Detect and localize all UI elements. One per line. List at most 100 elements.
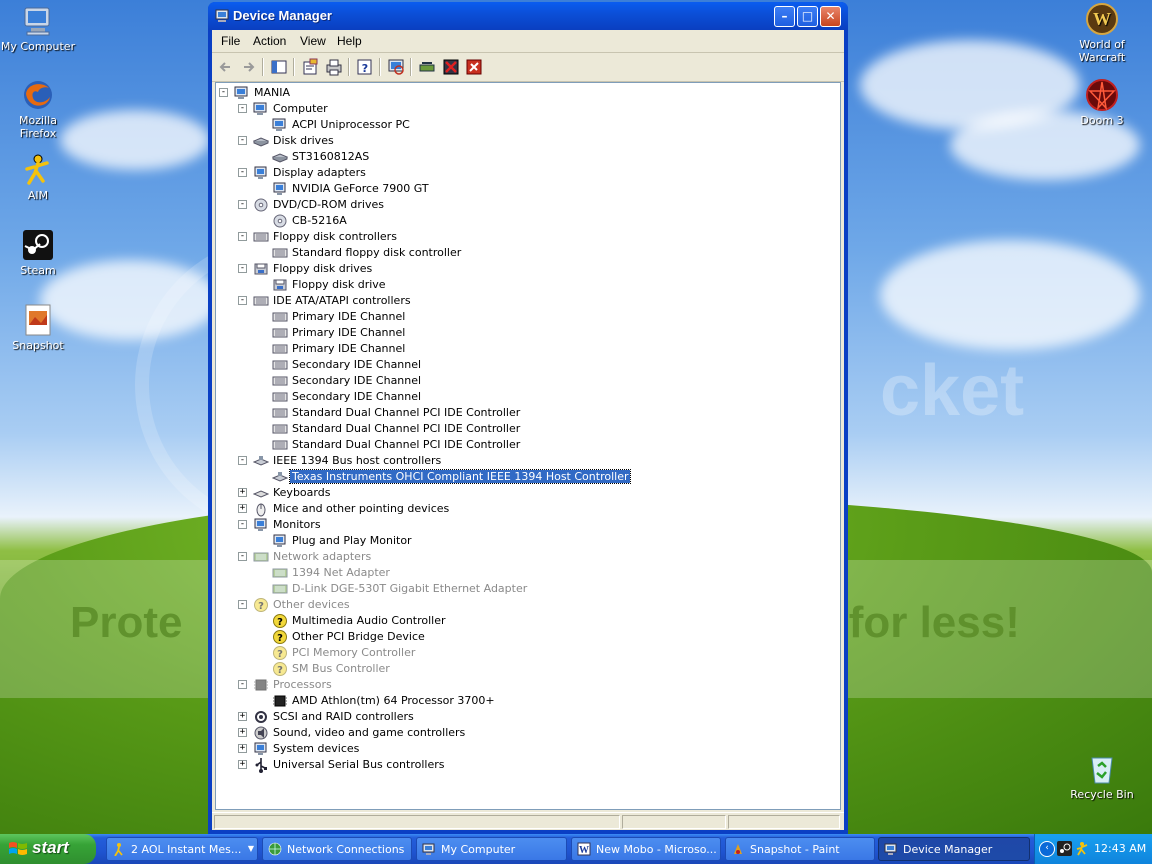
expand-icon[interactable]: + — [238, 504, 247, 513]
tree-node[interactable]: + Keyboards — [216, 485, 836, 501]
minimize-button[interactable]: – — [774, 6, 795, 27]
tree-node[interactable]: - Floppy disk drives — [216, 261, 836, 277]
tree-node[interactable]: Standard Dual Channel PCI IDE Controller — [216, 421, 836, 437]
tree-node[interactable]: + Universal Serial Bus controllers — [216, 757, 836, 773]
desktop-icon-doom-3[interactable]: Doom 3 — [1064, 78, 1140, 127]
desktop-icon-aim[interactable]: AIM — [0, 153, 76, 202]
expand-icon[interactable]: + — [238, 712, 247, 721]
tree-node[interactable]: - DVD/CD-ROM drives — [216, 197, 836, 213]
tree-node[interactable]: Secondary IDE Channel — [216, 357, 836, 373]
collapse-icon[interactable]: - — [238, 456, 247, 465]
tree-node[interactable]: Primary IDE Channel — [216, 309, 836, 325]
tree-node[interactable]: - Monitors — [216, 517, 836, 533]
tree-node[interactable]: 1394 Net Adapter — [216, 565, 836, 581]
device-tree[interactable]: - MANIA - Computer ACPI Uniprocessor PC - Disk… — [215, 82, 841, 810]
tree-node[interactable]: - MANIA — [216, 85, 836, 101]
taskbar-button[interactable]: Network Connections — [262, 837, 412, 861]
tree-node[interactable]: ? Multimedia Audio Controller — [216, 613, 836, 629]
start-button[interactable]: start — [0, 834, 96, 864]
back-button[interactable] — [216, 57, 236, 77]
expand-icon[interactable]: + — [238, 728, 247, 737]
collapse-icon[interactable]: - — [238, 104, 247, 113]
update-driver-button[interactable] — [417, 57, 437, 77]
steam-tray-icon[interactable] — [1057, 841, 1072, 856]
desktop-icon-steam[interactable]: Steam — [0, 228, 76, 277]
taskbar-button[interactable]: W New Mobo - Microso... — [571, 837, 721, 861]
desktop-icon-recycle-bin[interactable]: Recycle Bin — [1064, 752, 1140, 801]
expand-icon[interactable]: + — [238, 760, 247, 769]
tree-node[interactable]: Plug and Play Monitor — [216, 533, 836, 549]
tree-node[interactable]: - Computer — [216, 101, 836, 117]
tree-node[interactable]: - Network adapters — [216, 549, 836, 565]
tree-node[interactable]: Standard Dual Channel PCI IDE Controller — [216, 405, 836, 421]
tree-node[interactable]: + Sound, video and game controllers — [216, 725, 836, 741]
collapse-icon[interactable]: - — [238, 264, 247, 273]
help-button[interactable]: ? — [355, 57, 375, 77]
collapse-icon[interactable]: - — [238, 136, 247, 145]
tree-node[interactable]: Primary IDE Channel — [216, 341, 836, 357]
tree-node[interactable]: - IEEE 1394 Bus host controllers — [216, 453, 836, 469]
tree-node[interactable]: NVIDIA GeForce 7900 GT — [216, 181, 836, 197]
tree-node[interactable]: AMD Athlon(tm) 64 Processor 3700+ — [216, 693, 836, 709]
tree-node[interactable]: -? Other devices — [216, 597, 836, 613]
collapse-icon[interactable]: - — [238, 520, 247, 529]
disable-device-button[interactable] — [441, 57, 461, 77]
tree-node[interactable]: - Disk drives — [216, 133, 836, 149]
tree-node[interactable]: ACPI Uniprocessor PC — [216, 117, 836, 133]
menu-action[interactable]: Action — [253, 34, 286, 48]
menu-view[interactable]: View — [300, 34, 326, 48]
collapse-icon[interactable]: - — [238, 296, 247, 305]
tree-node[interactable]: Standard floppy disk controller — [216, 245, 836, 261]
tray-expand-icon[interactable]: ‹ — [1039, 841, 1055, 857]
tree-node[interactable]: + Mice and other pointing devices — [216, 501, 836, 517]
tree-node[interactable]: Floppy disk drive — [216, 277, 836, 293]
tree-node[interactable]: + SCSI and RAID controllers — [216, 709, 836, 725]
collapse-icon[interactable]: - — [238, 680, 247, 689]
tree-node[interactable]: D-Link DGE-530T Gigabit Ethernet Adapter — [216, 581, 836, 597]
tree-node[interactable]: ST3160812AS — [216, 149, 836, 165]
desktop-icon-snapshot[interactable]: Snapshot — [0, 303, 76, 352]
collapse-icon[interactable]: - — [238, 600, 247, 609]
aim-tray-icon[interactable] — [1075, 841, 1090, 856]
menu-help[interactable]: Help — [337, 34, 362, 48]
collapse-icon[interactable]: - — [238, 232, 247, 241]
tree-node[interactable]: Secondary IDE Channel — [216, 389, 836, 405]
expand-icon[interactable]: + — [238, 488, 247, 497]
close-button[interactable]: ✕ — [820, 6, 841, 27]
collapse-icon[interactable]: - — [238, 200, 247, 209]
tree-node[interactable]: Texas Instruments OHCI Compliant IEEE 13… — [216, 469, 836, 485]
collapse-icon[interactable]: - — [219, 88, 228, 97]
scan-hardware-button[interactable] — [386, 57, 406, 77]
show-hide-console-tree-button[interactable] — [269, 57, 289, 77]
desktop-icon-firefox[interactable]: Mozilla Firefox — [0, 78, 76, 140]
tree-node[interactable]: ? SM Bus Controller — [216, 661, 836, 677]
tree-node[interactable]: CB-5216A — [216, 213, 836, 229]
forward-button[interactable] — [238, 57, 258, 77]
properties-button[interactable] — [300, 57, 320, 77]
taskbar-button[interactable]: My Computer — [416, 837, 567, 861]
desktop-icon-world-of-warcraft[interactable]: W World of Warcraft — [1064, 2, 1140, 64]
collapse-icon[interactable]: - — [238, 552, 247, 561]
tree-node[interactable]: Primary IDE Channel — [216, 325, 836, 341]
title-bar[interactable]: Device Manager – □ ✕ — [208, 2, 848, 30]
tree-node[interactable]: - Processors — [216, 677, 836, 693]
maximize-button[interactable]: □ — [797, 6, 818, 27]
collapse-icon[interactable]: - — [238, 168, 247, 177]
taskbar-button[interactable]: Device Manager — [878, 837, 1030, 861]
tree-node[interactable]: Standard Dual Channel PCI IDE Controller — [216, 437, 836, 453]
tree-node[interactable]: + System devices — [216, 741, 836, 757]
menu-file[interactable]: File — [221, 34, 240, 48]
tree-node[interactable]: ? PCI Memory Controller — [216, 645, 836, 661]
uninstall-device-button[interactable] — [464, 57, 484, 77]
print-button[interactable] — [324, 57, 344, 77]
taskbar-button[interactable]: 2 AOL Instant Mes... ▼ — [106, 837, 258, 861]
tree-node[interactable]: - Floppy disk controllers — [216, 229, 836, 245]
group-arrow-icon[interactable]: ▼ — [248, 844, 254, 853]
device-manager-window[interactable]: Device Manager – □ ✕ File Action View He… — [208, 2, 848, 834]
expand-icon[interactable]: + — [238, 744, 247, 753]
tree-node[interactable]: - IDE ATA/ATAPI controllers — [216, 293, 836, 309]
tree-node[interactable]: Secondary IDE Channel — [216, 373, 836, 389]
taskbar-button[interactable]: Snapshot - Paint — [725, 837, 875, 861]
tree-node[interactable]: ? Other PCI Bridge Device — [216, 629, 836, 645]
desktop-icon-my-computer[interactable]: My Computer — [0, 4, 76, 53]
